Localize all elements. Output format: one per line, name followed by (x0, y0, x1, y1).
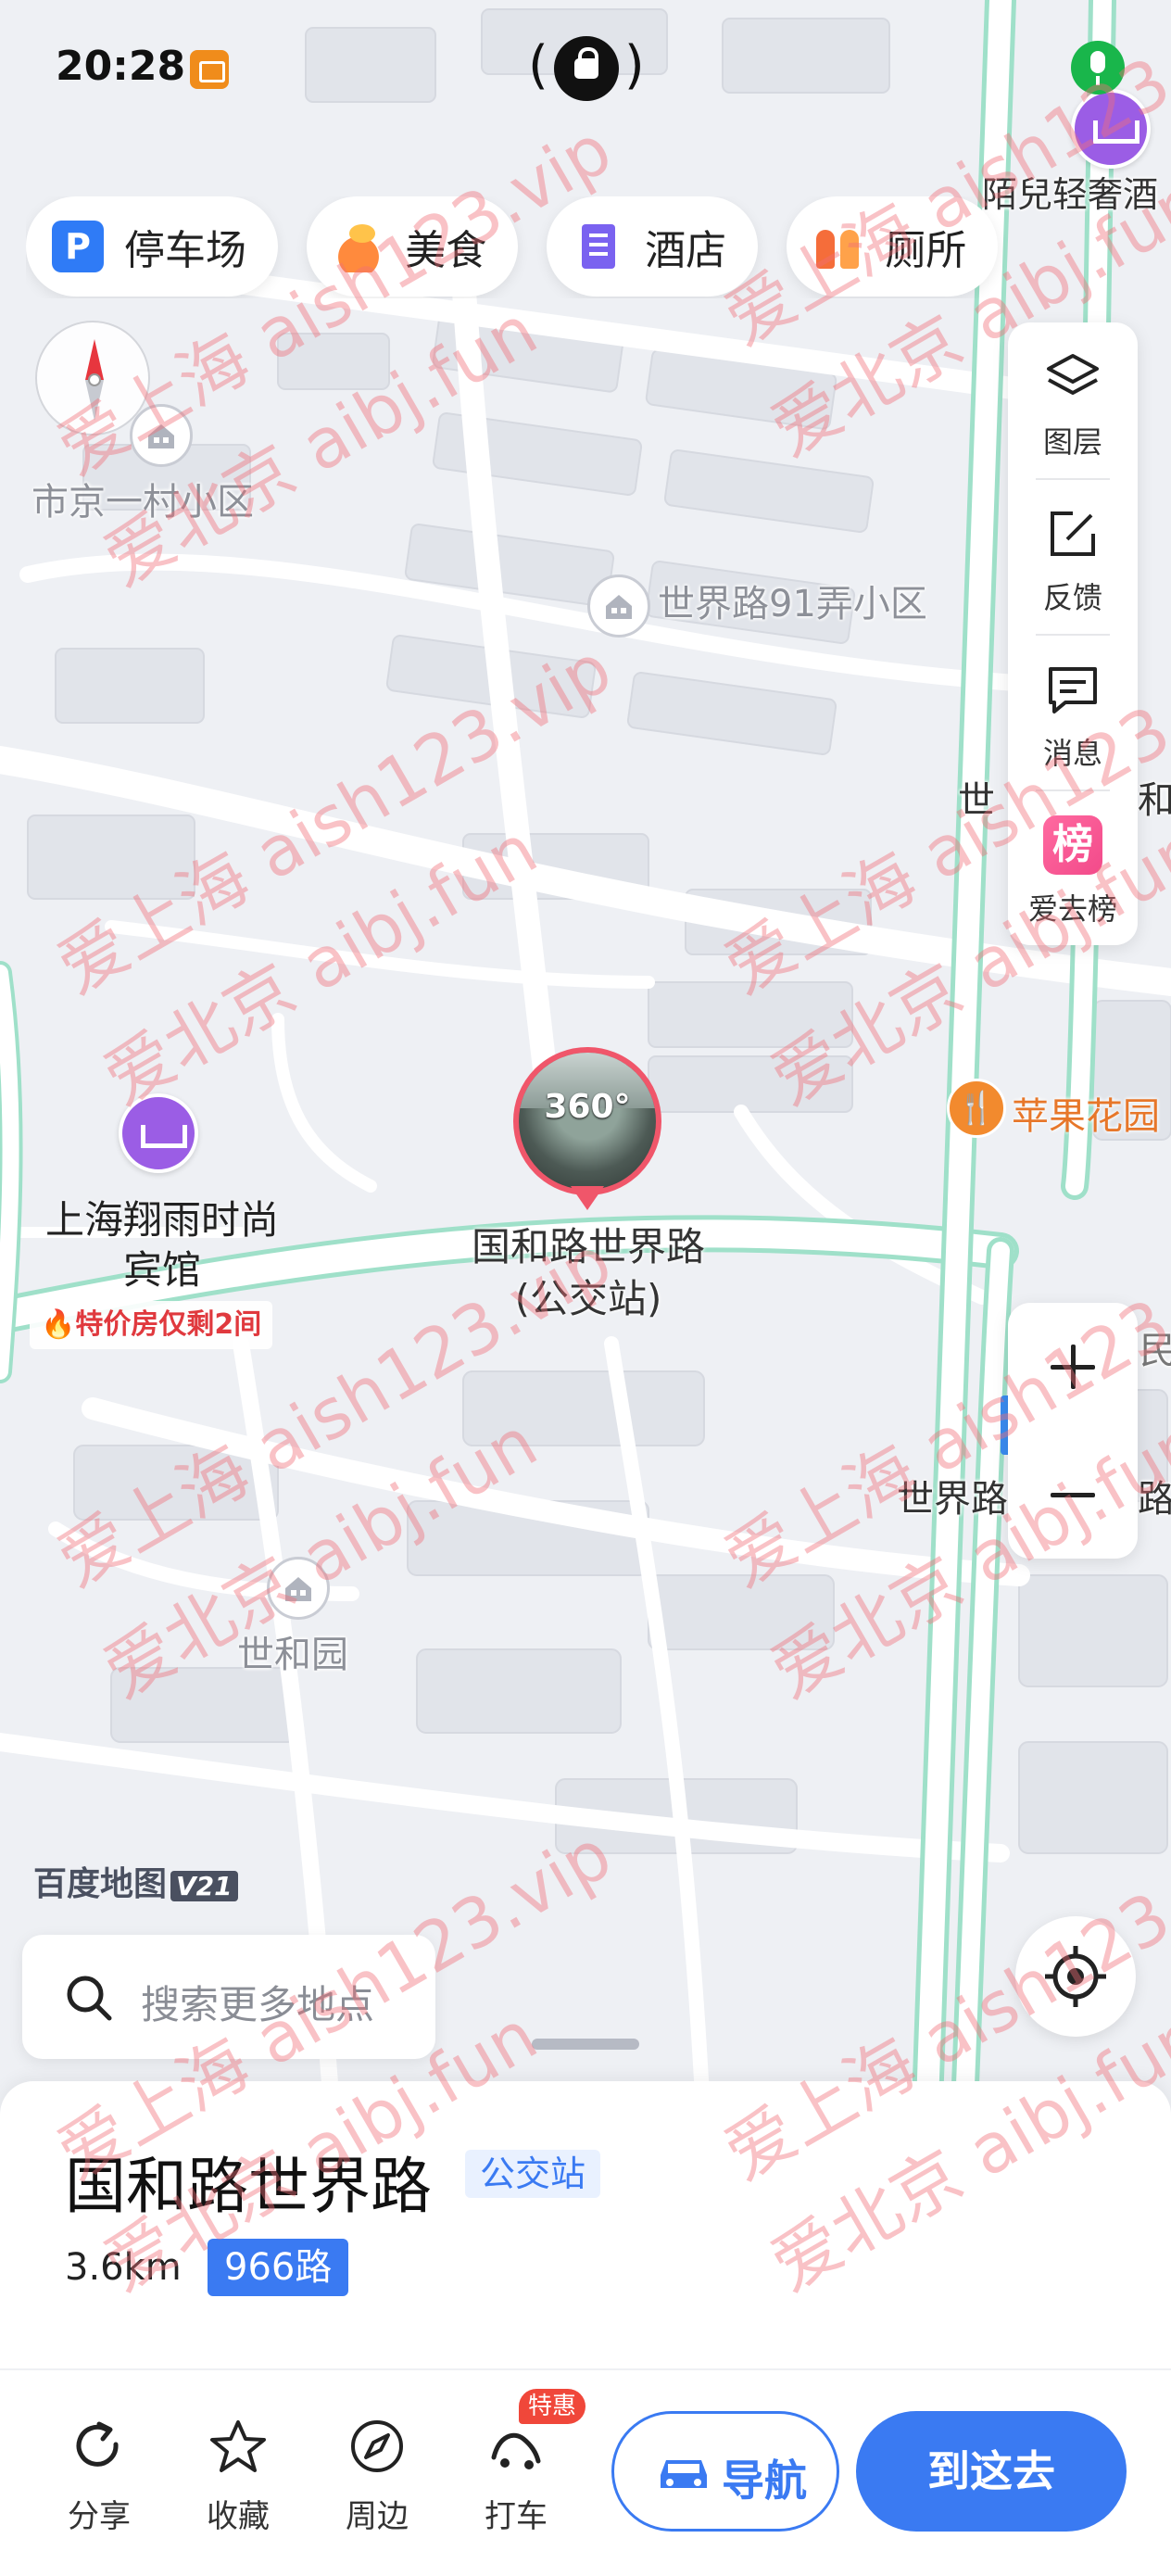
go-here-button[interactable]: 到这去 (856, 2411, 1127, 2532)
poi-label[interactable]: 世 (958, 778, 995, 823)
status-time: 20:28 (56, 43, 186, 90)
sheet-drag-handle[interactable] (532, 2039, 639, 2050)
place-title: 国和路世界路 (65, 2151, 432, 2222)
map-tool-panel: 图层 反馈 消息 榜 爱去榜 (1008, 322, 1138, 945)
nearby-button[interactable]: 周边 (326, 2417, 428, 2536)
car-icon (661, 2460, 707, 2488)
taxi-icon (491, 2432, 541, 2469)
hotel-pin[interactable] (119, 1093, 198, 1182)
compass-nearby-icon (351, 2420, 403, 2472)
tool-label: 爱去榜 (1027, 891, 1117, 927)
category-label: 厕所 (885, 227, 967, 274)
action-label: 打车 (485, 2498, 548, 2535)
compass-button[interactable] (35, 321, 150, 436)
restaurant-label[interactable]: 苹果花园 (1012, 1086, 1160, 1140)
locate-icon (1045, 1946, 1106, 2007)
poi-label[interactable]: 和 (1138, 778, 1171, 823)
category-food[interactable]: 美食 (307, 196, 519, 297)
poi-label[interactable]: 民 (1140, 1329, 1171, 1373)
share-button[interactable]: 分享 (48, 2417, 150, 2536)
status-bar: 20:28 () (0, 0, 1171, 139)
category-label: 美食 (405, 227, 487, 274)
category-label: 停车场 (124, 227, 246, 274)
share-icon (76, 2421, 119, 2467)
poi-label[interactable]: 世界路91弄小区 (658, 582, 927, 626)
tool-label: 消息 (1042, 736, 1102, 771)
layers-button[interactable]: 图层 (1008, 322, 1138, 478)
bus-stop-label[interactable]: 国和路世界路 (公交站) (435, 1221, 741, 1325)
residential-pin[interactable] (587, 575, 650, 638)
message-button[interactable]: 消息 (1008, 634, 1138, 789)
zoom-in-button[interactable] (1008, 1303, 1138, 1431)
message-icon (1049, 667, 1097, 713)
microphone-icon (1071, 41, 1125, 95)
action-label: 周边 (346, 2498, 409, 2535)
screen-lock-indicator: () (528, 35, 645, 101)
feedback-icon (1051, 511, 1095, 556)
place-distance: 3.6km (65, 2246, 182, 2289)
promo-text: 特价房仅剩2间 (75, 1308, 262, 1341)
poi-label[interactable]: 市京一村小区 (31, 480, 254, 524)
search-placeholder: 搜索更多地点 (141, 1982, 375, 2027)
action-bar: 分享 收藏 周边 打车 特惠 导航 到这去 (0, 2368, 1171, 2576)
hotel-promo-badge[interactable]: 🔥特价房仅剩2间 (30, 1301, 273, 1349)
ranking-button[interactable]: 榜 爱去榜 (1008, 789, 1138, 945)
compass-icon (85, 339, 104, 421)
feedback-button[interactable]: 反馈 (1008, 478, 1138, 634)
community-icon (285, 1577, 311, 1601)
navigate-label: 导航 (722, 2456, 807, 2506)
action-label: 分享 (68, 2498, 131, 2535)
marker-tip (571, 1186, 604, 1210)
road-label: 路 (1138, 1478, 1171, 1521)
panorama-marker[interactable]: 360° (513, 1047, 661, 1223)
paren-right: ) (623, 35, 645, 95)
bed-icon (119, 1093, 198, 1173)
search-icon (67, 1976, 112, 2021)
hotel-icon (573, 221, 624, 272)
paren-left: ( (528, 35, 548, 95)
panorama-360-badge: 360° (544, 1088, 631, 1126)
locate-me-button[interactable] (1015, 1916, 1136, 2037)
map-logo: 百度地图 V21 (33, 1857, 238, 1905)
parking-icon: P (52, 221, 104, 272)
favorite-button[interactable]: 收藏 (187, 2417, 289, 2536)
road-label: 世界路 (897, 1478, 1008, 1521)
tool-label: 反馈 (1042, 580, 1102, 615)
notification-app-icon (190, 50, 229, 89)
zoom-out-button[interactable] (1008, 1431, 1138, 1559)
toilet-icon (812, 221, 864, 272)
poi-label[interactable]: 世和园 (237, 1633, 348, 1677)
fork-knife-icon: 🍴 (956, 1090, 997, 1127)
bus-stop-type: (公交站) (514, 1276, 662, 1321)
taxi-button[interactable]: 打车 (465, 2417, 567, 2536)
food-icon (333, 221, 385, 272)
residential-pin[interactable] (267, 1557, 330, 1620)
restaurant-pin[interactable]: 🍴 (947, 1079, 1006, 1138)
navigate-button[interactable]: 导航 (611, 2411, 839, 2532)
community-icon (606, 595, 632, 619)
tool-label: 图层 (1042, 424, 1102, 460)
zoom-control (1008, 1303, 1138, 1559)
category-label: 酒店 (645, 227, 727, 274)
action-label: 收藏 (207, 2498, 270, 2535)
bus-route-tag[interactable]: 966路 (208, 2239, 349, 2296)
place-type-badge: 公交站 (465, 2150, 601, 2198)
category-bar: P 停车场 美食 酒店 厕所 (26, 196, 1171, 298)
taxi-discount-badge: 特惠 (519, 2389, 586, 2424)
hotel-name[interactable]: 上海翔雨时尚宾馆 (37, 1195, 287, 1295)
map-view[interactable]: 市京一村小区 世界路91弄小区 世和园 世 和 世界路 路 民 陌兒轻奢酒 上海… (0, 0, 1171, 2131)
logo-version: V21 (170, 1871, 238, 1901)
bus-stop-name: 国和路世界路 (471, 1224, 705, 1269)
ranking-icon: 榜 (1043, 815, 1102, 875)
star-icon (210, 2420, 266, 2472)
logo-text: 百度地图 (33, 1865, 168, 1903)
lock-icon (553, 35, 619, 101)
category-hotel[interactable]: 酒店 (547, 196, 759, 297)
category-parking[interactable]: P 停车场 (26, 196, 278, 297)
category-toilet[interactable]: 厕所 (787, 196, 999, 297)
layers-icon (1047, 354, 1099, 395)
fire-icon: 🔥 (41, 1308, 76, 1341)
search-more-button[interactable]: 搜索更多地点 (22, 1935, 435, 2059)
